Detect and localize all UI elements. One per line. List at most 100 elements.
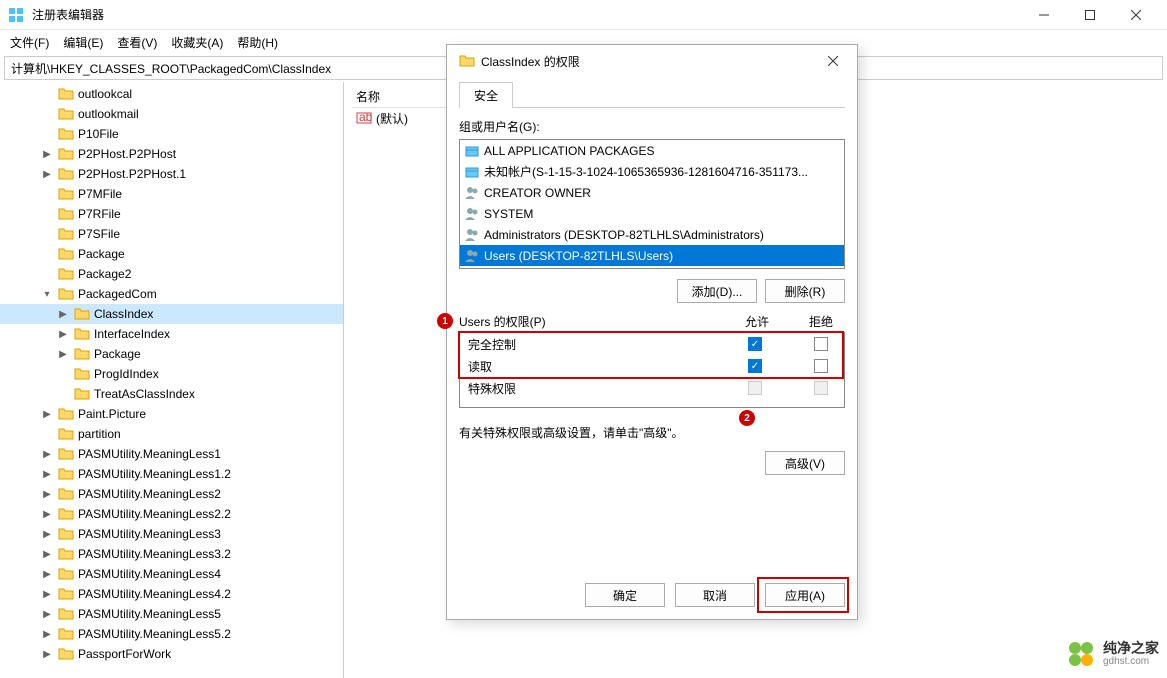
tree-item[interactable]: Package2 [0,264,343,284]
expander-icon[interactable]: ▶ [40,629,54,640]
tree-label: PASMUtility.MeaningLess4 [78,567,221,581]
tree-item[interactable]: ▶PASMUtility.MeaningLess3 [0,524,343,544]
expander-icon[interactable]: ▶ [40,569,54,580]
menu-help[interactable]: 帮助(H) [231,32,284,53]
menu-favorites[interactable]: 收藏夹(A) [165,32,229,53]
tree-item[interactable]: outlookcal [0,84,343,104]
tree-item[interactable]: Package [0,244,343,264]
tree-item[interactable]: ▾PackagedCom [0,284,343,304]
column-deny: 拒绝 [809,313,833,330]
tab-security[interactable]: 安全 [459,82,513,108]
ok-button[interactable]: 确定 [585,583,665,607]
tree-label: Package [78,247,125,261]
folder-icon [58,206,74,222]
tab-strip: 安全 [459,81,845,108]
expander-icon[interactable]: ▶ [40,509,54,520]
tree-item[interactable]: P7MFile [0,184,343,204]
expander-icon[interactable]: ▶ [40,549,54,560]
dialog-footer: 确定 取消 应用(A) [447,571,857,619]
expander-icon[interactable]: ▶ [40,149,54,160]
tree-item[interactable]: ▶PASMUtility.MeaningLess5.2 [0,624,343,644]
group-item[interactable]: CREATOR OWNER [460,182,844,203]
tree-item[interactable]: ▶PASMUtility.MeaningLess3.2 [0,544,343,564]
group-item[interactable]: 未知帐户(S-1-15-3-1024-1065365936-1281604716… [460,161,844,182]
group-item[interactable]: SYSTEM [460,203,844,224]
expander-icon[interactable]: ▶ [40,169,54,180]
tree-item[interactable]: ▶PASMUtility.MeaningLess1.2 [0,464,343,484]
tree-item[interactable]: P10File [0,124,343,144]
menu-view[interactable]: 查看(V) [111,32,163,53]
dialog-titlebar: ClassIndex 的权限 [447,45,857,77]
group-label: SYSTEM [484,207,533,221]
allow-checkbox[interactable]: ✓ [748,359,762,373]
tree-item[interactable]: ▶ PASMUtility.MeaningLess4 [0,564,343,584]
tree-item[interactable]: TreatAsClassIndex [0,384,343,404]
tree-item[interactable]: ▶PASMUtility.MeaningLess4.2 [0,584,343,604]
svg-text:ab: ab [359,110,372,124]
tree-item[interactable]: P7RFile [0,204,343,224]
permission-row: 特殊权限 [460,377,844,399]
folder-icon [459,53,475,69]
expander-icon[interactable]: ▶ [40,409,54,420]
tree-item[interactable]: ▶Package [0,344,343,364]
tree-item[interactable]: partition [0,424,343,444]
menu-file[interactable]: 文件(F) [4,32,55,53]
expander-icon[interactable]: ▶ [56,329,70,340]
cancel-button[interactable]: 取消 [675,583,755,607]
tree-item[interactable]: ▶ PASMUtility.MeaningLess2 [0,484,343,504]
group-item[interactable]: ALL APPLICATION PACKAGES [460,140,844,161]
permissions-dialog: ClassIndex 的权限 安全 组或用户名(G): ALL APPLICAT… [446,44,858,620]
tree-item[interactable]: ▶PASMUtility.MeaningLess1 [0,444,343,464]
tree-label: ClassIndex [94,307,153,321]
string-value-icon: ab [356,110,372,126]
tree-item[interactable]: ▶P2PHost.P2PHost [0,144,343,164]
group-item[interactable]: Administrators (DESKTOP-82TLHLS\Administ… [460,224,844,245]
tree-item[interactable]: ▶ Paint.Picture [0,404,343,424]
tree-item[interactable]: P7SFile [0,224,343,244]
expander-icon[interactable]: ▶ [56,309,70,320]
expander-icon[interactable]: ▶ [40,469,54,480]
deny-checkbox[interactable] [814,337,828,351]
folder-icon [58,166,74,182]
expander-icon[interactable]: ▶ [40,609,54,620]
tree-item[interactable]: ▶PassportForWork [0,644,343,664]
minimize-button[interactable] [1021,0,1067,30]
tree-item[interactable]: ▶InterfaceIndex [0,324,343,344]
expander-icon[interactable]: ▶ [40,449,54,460]
tree-item[interactable]: ▶ ClassIndex [0,304,343,324]
apply-button[interactable]: 应用(A) [765,583,845,607]
add-button[interactable]: 添加(D)... [677,279,757,303]
expander-icon[interactable]: ▶ [40,529,54,540]
expander-icon[interactable]: ▶ [40,489,54,500]
remove-button[interactable]: 删除(R) [765,279,845,303]
tree-item[interactable]: ProgIdIndex [0,364,343,384]
folder-icon [74,306,90,322]
expander-icon[interactable]: ▶ [40,649,54,660]
tree-pane[interactable]: outlookcaloutlookmailP10File▶P2PHost.P2P… [0,82,344,678]
allow-checkbox[interactable]: ✓ [748,337,762,351]
maximize-button[interactable] [1067,0,1113,30]
tree-item[interactable]: outlookmail [0,104,343,124]
tree-label: Paint.Picture [78,407,146,421]
expander-icon[interactable]: ▶ [56,349,70,360]
menu-edit[interactable]: 编辑(E) [57,32,109,53]
tree-label: PASMUtility.MeaningLess2 [78,487,221,501]
dialog-close-button[interactable] [817,45,849,77]
tree-label: outlookcal [78,87,132,101]
annotation-badge-2: 2 [739,410,755,426]
expander-icon[interactable]: ▶ [40,589,54,600]
tree-item[interactable]: ▶PASMUtility.MeaningLess2.2 [0,504,343,524]
advanced-button[interactable]: 高级(V) [765,451,845,475]
tree-item[interactable]: ▶P2PHost.P2PHost.1 [0,164,343,184]
deny-checkbox[interactable] [814,359,828,373]
tree-item[interactable]: ▶PASMUtility.MeaningLess5 [0,604,343,624]
folder-icon [58,86,74,102]
group-item[interactable]: Users (DESKTOP-82TLHLS\Users) [460,245,844,266]
expander-icon[interactable]: ▾ [40,289,54,300]
groups-listbox[interactable]: ALL APPLICATION PACKAGES未知帐户(S-1-15-3-10… [459,139,845,269]
tree-label: P7RFile [78,207,121,221]
permission-row: 读取✓ [460,355,844,377]
close-button[interactable] [1113,0,1159,30]
folder-icon [58,506,74,522]
permissions-list: 完全控制✓读取✓特殊权限 [459,332,845,408]
